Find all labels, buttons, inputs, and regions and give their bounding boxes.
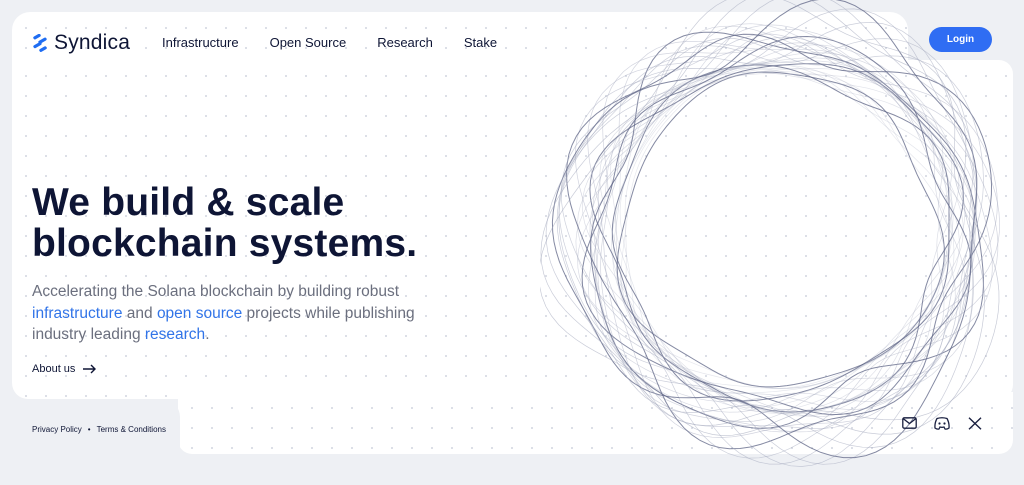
login-button[interactable]: Login	[929, 27, 992, 52]
arrow-right-icon	[83, 364, 97, 374]
lead-text-2: and	[122, 304, 157, 322]
legal-separator: •	[87, 425, 91, 434]
lead-text-4: .	[205, 326, 210, 343]
nav-item-stake[interactable]: Stake	[464, 35, 497, 50]
infrastructure-link[interactable]: infrastructure	[32, 305, 122, 322]
syndica-logo-icon	[33, 34, 47, 52]
x-icon[interactable]	[966, 414, 984, 432]
wave-ring-line	[556, 8, 978, 465]
mail-icon[interactable]	[900, 414, 918, 432]
wave-ring-line	[589, 63, 964, 413]
social-links	[900, 414, 984, 432]
syndica-logo[interactable]: Syndica	[32, 31, 130, 55]
wave-ring-line	[577, 57, 953, 415]
discord-icon[interactable]	[933, 414, 951, 432]
wave-ring-line	[558, 38, 978, 465]
about-us-link[interactable]: About us	[32, 363, 97, 375]
wave-ring-line	[558, 22, 976, 467]
wave-ring-graphic	[540, 0, 1000, 467]
wave-ring-line	[590, 31, 984, 429]
wave-ring-line	[594, 24, 976, 402]
legal-links: Privacy Policy • Terms & Conditions	[32, 425, 166, 434]
nav-item-research[interactable]: Research	[377, 35, 433, 50]
open-source-link[interactable]: open source	[157, 305, 242, 322]
main-nav: Infrastructure Open Source Research Stak…	[162, 35, 528, 50]
hero-title: We build & scale blockchain systems.	[32, 182, 417, 264]
hero-title-line-1: We build & scale	[32, 181, 345, 224]
privacy-policy-link[interactable]: Privacy Policy	[32, 425, 82, 434]
nav-item-infrastructure[interactable]: Infrastructure	[162, 35, 239, 50]
research-link[interactable]: research	[145, 326, 205, 343]
about-us-label: About us	[32, 363, 76, 375]
terms-link[interactable]: Terms & Conditions	[97, 425, 166, 434]
lead-text-1: Accelerating the Solana blockchain by bu…	[32, 283, 400, 300]
nav-item-open-source[interactable]: Open Source	[270, 35, 347, 50]
brand-name: Syndica	[54, 31, 131, 54]
hero-title-line-2: blockchain systems.	[32, 222, 418, 265]
hero-lead: Accelerating the Solana blockchain by bu…	[32, 281, 452, 346]
wave-ring-line	[615, 63, 953, 394]
wave-ring-line	[619, 64, 954, 389]
